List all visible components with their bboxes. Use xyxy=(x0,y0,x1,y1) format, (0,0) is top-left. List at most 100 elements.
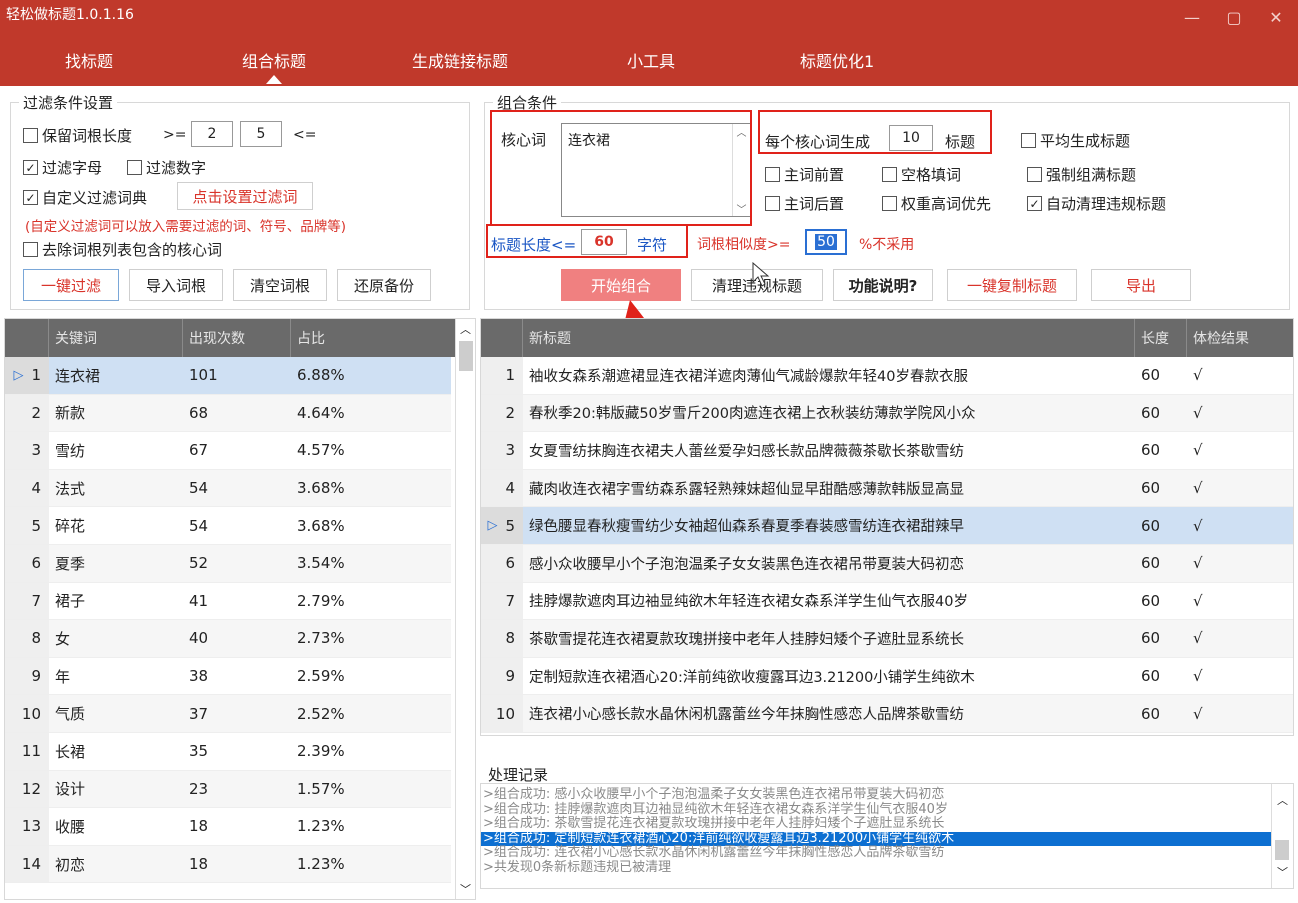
title-row[interactable]: 10 连衣裙小心感长款水晶休闲机露蕾丝今年抹胸性感恋人品牌茶歇雪纺 60 √ xyxy=(481,695,1293,733)
keyword-row[interactable]: 5 碎花 54 3.68% xyxy=(5,507,451,545)
keyword-row[interactable]: 6 夏季 52 3.54% xyxy=(5,545,451,583)
scroll-thumb[interactable] xyxy=(1275,840,1289,860)
row-number-text: 4 xyxy=(31,479,41,498)
similarity-unit: %不采用 xyxy=(859,237,915,253)
import-roots-button[interactable]: 导入词根 xyxy=(129,269,223,301)
tab-title-optimize[interactable]: 标题优化1 xyxy=(800,48,874,72)
column-header[interactable]: 关键词 xyxy=(49,319,183,357)
row-number-text: 2 xyxy=(31,403,41,422)
log-line[interactable]: >组合成功: 挂脖爆款遮肉耳边袖显纯欲木年轻连衣裙女森系洋学生仙气衣服40岁 xyxy=(481,802,1271,818)
ratio-cell-text: 1.23% xyxy=(297,855,345,874)
tab-link-title[interactable]: 生成链接标题 xyxy=(412,48,508,72)
close-icon[interactable]: ✕ xyxy=(1268,8,1284,27)
keyword-cell-text: 新款 xyxy=(55,404,86,423)
column-header[interactable]: 长度 xyxy=(1135,319,1187,357)
count-cell-text: 35 xyxy=(189,742,209,761)
maximize-icon[interactable]: ▢ xyxy=(1226,8,1242,27)
length-cell-text: 60 xyxy=(1141,403,1161,422)
row-number: 5 xyxy=(5,507,49,544)
clear-roots-button[interactable]: 清空词根 xyxy=(233,269,327,301)
help-button[interactable]: 功能说明? xyxy=(833,269,933,301)
scroll-thumb[interactable] xyxy=(459,341,473,371)
keyword-row[interactable]: 9 年 38 2.59% xyxy=(5,657,451,696)
set-filter-words-button[interactable]: 点击设置过滤词 xyxy=(177,182,313,210)
ratio-cell: 6.88% xyxy=(291,357,451,394)
weight-first-checkbox[interactable]: 权重高词优先 xyxy=(882,193,991,214)
log-scrollbar[interactable]: ︿ ﹀ xyxy=(1271,784,1293,888)
one-click-filter-button[interactable]: 一键过滤 xyxy=(23,269,119,301)
keyword-row[interactable]: 3 雪纺 67 4.57% xyxy=(5,432,451,470)
title-row[interactable]: 9 定制短款连衣裙酒心20:洋前纯欲收瘦露耳边3.21200小铺学生纯欲木 60 √ xyxy=(481,657,1293,696)
main-word-front-checkbox[interactable]: 主词前置 xyxy=(765,164,844,185)
auto-clean-checkbox[interactable]: ✓ 自动清理违规标题 xyxy=(1027,193,1166,214)
tab-tools[interactable]: 小工具 xyxy=(627,48,675,72)
count-cell-text: 54 xyxy=(189,479,209,498)
count-cell: 38 xyxy=(183,658,291,695)
current-row-icon: ▷ xyxy=(13,367,24,383)
copy-titles-button[interactable]: 一键复制标题 xyxy=(947,269,1077,301)
scroll-down-icon[interactable]: ﹀ xyxy=(1277,864,1288,880)
row-number: 6 xyxy=(481,545,523,582)
title-cell-text: 感小众收腰早小个子泡泡温柔子女女装黑色连衣裙吊带夏装大码初恋 xyxy=(529,556,964,573)
force-full-checkbox[interactable]: 强制组满标题 xyxy=(1027,164,1136,185)
keyword-row[interactable]: 8 女 40 2.73% xyxy=(5,620,451,658)
min-length-input[interactable]: 2 xyxy=(191,121,233,147)
log-line[interactable]: >组合成功: 茶歇雪提花连衣裙夏款玫瑰拼接中老年人挂脖妇矮个子遮肚显系统长 xyxy=(481,816,1271,832)
check-result-cell: √ xyxy=(1187,545,1293,582)
scroll-down-icon[interactable]: ﹀ xyxy=(460,881,471,897)
scroll-up-icon[interactable]: ︿ xyxy=(460,321,471,337)
keep-root-length-checkbox[interactable]: 保留词根长度 xyxy=(23,125,132,146)
row-number: 4 xyxy=(5,469,49,507)
keyword-row[interactable]: 2 新款 68 4.64% xyxy=(5,394,451,433)
log-line[interactable]: >组合成功: 定制短款连衣裙酒心20:洋前纯欲收瘦露耳边3.21200小铺学生纯… xyxy=(481,831,1271,846)
title-row[interactable]: 2 春秋季20:韩版藏50岁雪斤200肉遮连衣裙上衣秋装纺薄款学院风小众 60 √ xyxy=(481,394,1293,433)
filter-numbers-checkbox[interactable]: 过滤数字 xyxy=(127,157,206,178)
keyword-row[interactable]: 10 气质 37 2.52% xyxy=(5,695,451,733)
log-line[interactable]: >共发现0条新标题违规已被清理 xyxy=(481,860,1271,876)
similarity-input[interactable]: 50 xyxy=(805,229,847,255)
tab-find-title[interactable]: 找标题 xyxy=(65,48,113,72)
restore-backup-button[interactable]: 还原备份 xyxy=(337,269,431,301)
filter-letters-checkbox[interactable]: ✓ 过滤字母 xyxy=(23,157,102,178)
title-row[interactable]: ▷ 5 绿色腰显春秋瘦雪纺少女袖超仙森系春夏季春装感雪纺连衣裙甜辣早 60 √ xyxy=(481,507,1293,545)
checkbox-label: 过滤数字 xyxy=(146,159,207,177)
space-fill-checkbox[interactable]: 空格填词 xyxy=(882,164,961,185)
title-row[interactable]: 4 藏肉收连衣裙字雪纺森系露轻熟辣妹超仙显早甜酷感薄款韩版显高显 60 √ xyxy=(481,469,1293,508)
title-row[interactable]: 1 袖收女森系潮遮裙显连衣裙洋遮肉薄仙气减龄爆款年轻40岁春款衣服 60 √ xyxy=(481,357,1293,395)
title-row[interactable]: 7 挂脖爆款遮肉耳边袖显纯欲木年轻连衣裙女森系洋学生仙气衣服40岁 60 √ xyxy=(481,582,1293,621)
ratio-cell: 3.54% xyxy=(291,545,451,582)
minimize-icon[interactable]: — xyxy=(1184,8,1200,27)
remove-core-checkbox[interactable]: 去除词根列表包含的核心词 xyxy=(23,239,222,260)
row-number: 11 xyxy=(5,733,49,770)
length-cell: 60 xyxy=(1135,432,1187,469)
keyword-row[interactable]: 13 收腰 18 1.23% xyxy=(5,808,451,846)
scroll-up-icon[interactable]: ︿ xyxy=(1277,792,1288,808)
processing-log[interactable]: >组合成功: 感小众收腰早小个子泡泡温柔子女女装黑色连衣裙吊带夏装大码初恋 >组合… xyxy=(480,783,1294,889)
keyword-row[interactable]: 12 设计 23 1.57% xyxy=(5,770,451,809)
ratio-cell: 2.59% xyxy=(291,658,451,695)
title-row[interactable]: 3 女夏雪纺抹胸连衣裙夫人蕾丝爱孕妇感长款品牌薇薇茶歇长茶歇雪纺 60 √ xyxy=(481,432,1293,470)
column-header[interactable]: 体检结果 xyxy=(1187,319,1293,357)
column-header[interactable]: 新标题 xyxy=(523,319,1135,357)
log-line[interactable]: >组合成功: 连衣裙小心感长款水晶休闲机露蕾丝今年抹胸性感恋人品牌茶歇雪纺 xyxy=(481,845,1271,861)
keyword-row[interactable]: 4 法式 54 3.68% xyxy=(5,469,451,508)
title-row[interactable]: 6 感小众收腰早小个子泡泡温柔子女女装黑色连衣裙吊带夏装大码初恋 60 √ xyxy=(481,545,1293,583)
check-result-cell: √ xyxy=(1187,469,1293,507)
title-cell: 绿色腰显春秋瘦雪纺少女袖超仙森系春夏季春装感雪纺连衣裙甜辣早 xyxy=(523,507,1135,544)
keyword-row[interactable]: 14 初恋 18 1.23% xyxy=(5,845,451,884)
column-header[interactable]: 出现次数 xyxy=(183,319,291,357)
title-cell-text: 连衣裙小心感长款水晶休闲机露蕾丝今年抹胸性感恋人品牌茶歇雪纺 xyxy=(529,707,964,724)
avg-titles-checkbox[interactable]: 平均生成标题 xyxy=(1021,130,1130,151)
main-word-back-checkbox[interactable]: 主词后置 xyxy=(765,193,844,214)
tab-combine-title[interactable]: 组合标题 xyxy=(242,48,306,84)
keyword-row[interactable]: 7 裙子 41 2.79% xyxy=(5,582,451,621)
keyword-row[interactable]: ▷ 1 连衣裙 101 6.88% xyxy=(5,357,451,395)
custom-dict-checkbox[interactable]: ✓ 自定义过滤词典 xyxy=(23,187,147,208)
log-line[interactable]: >组合成功: 感小众收腰早小个子泡泡温柔子女女装黑色连衣裙吊带夏装大码初恋 xyxy=(481,787,1271,803)
max-length-input[interactable]: 5 xyxy=(240,121,282,147)
keyword-row[interactable]: 11 长裙 35 2.39% xyxy=(5,733,451,771)
column-header[interactable]: 占比 xyxy=(291,319,457,357)
title-row[interactable]: 8 茶歇雪提花连衣裙夏款玫瑰拼接中老年人挂脖妇矮个子遮肚显系统长 60 √ xyxy=(481,620,1293,658)
export-button[interactable]: 导出 xyxy=(1091,269,1191,301)
keyword-table-scrollbar[interactable]: ︿ ﹀ xyxy=(455,319,475,899)
